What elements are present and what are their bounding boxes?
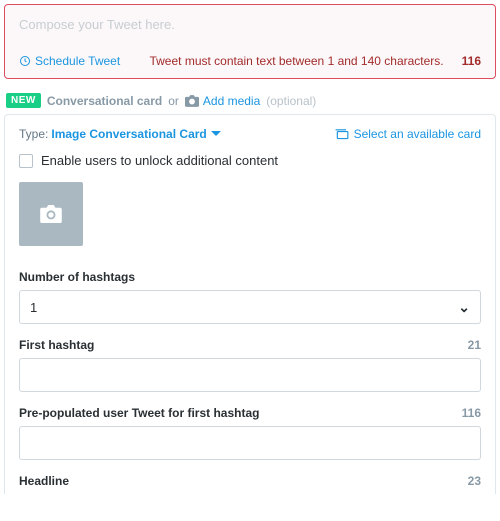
schedule-tweet-link[interactable]: Schedule Tweet bbox=[19, 54, 120, 68]
enable-unlock-row: Enable users to unlock additional conten… bbox=[19, 153, 481, 182]
first-hashtag-input[interactable] bbox=[19, 358, 481, 392]
chevron-down-icon bbox=[210, 129, 222, 139]
headline-label: Headline bbox=[19, 474, 69, 488]
type-value: Image Conversational Card bbox=[51, 127, 206, 141]
num-hashtags-value: 1 bbox=[30, 300, 37, 315]
or-text: or bbox=[168, 94, 179, 108]
headline-field: Headline 23 bbox=[19, 474, 481, 494]
clock-icon bbox=[19, 55, 31, 67]
num-hashtags-select[interactable]: 1 ⌄ bbox=[19, 290, 481, 324]
first-hashtag-field: First hashtag 21 bbox=[19, 338, 481, 406]
camera-icon bbox=[185, 95, 199, 107]
headline-count: 23 bbox=[468, 474, 481, 488]
compose-footer: Schedule Tweet Tweet must contain text b… bbox=[19, 50, 481, 68]
pre-tweet-count: 116 bbox=[462, 406, 481, 420]
pre-tweet-input[interactable] bbox=[19, 426, 481, 460]
card-top-row: Type: Image Conversational Card Select a… bbox=[19, 127, 481, 153]
schedule-tweet-label: Schedule Tweet bbox=[35, 54, 120, 68]
card-type-dropdown[interactable]: Type: Image Conversational Card bbox=[19, 127, 222, 141]
cards-icon bbox=[335, 129, 349, 140]
enable-unlock-checkbox[interactable] bbox=[19, 154, 33, 168]
type-prefix: Type: bbox=[19, 127, 48, 141]
compose-box: Compose your Tweet here. Schedule Tweet … bbox=[4, 4, 496, 79]
compose-status: Tweet must contain text between 1 and 14… bbox=[149, 54, 481, 68]
char-count: 116 bbox=[454, 54, 481, 68]
pre-tweet-field: Pre-populated user Tweet for first hasht… bbox=[19, 406, 481, 474]
chevron-down-icon: ⌄ bbox=[458, 299, 470, 316]
first-hashtag-count: 21 bbox=[468, 338, 481, 352]
enable-unlock-label: Enable users to unlock additional conten… bbox=[41, 153, 278, 168]
card-section-header: NEW Conversational card or Add media (op… bbox=[0, 79, 500, 114]
select-available-card-link[interactable]: Select an available card bbox=[335, 127, 481, 141]
first-hashtag-label: First hashtag bbox=[19, 338, 94, 352]
optional-text: (optional) bbox=[266, 94, 316, 108]
pre-tweet-label: Pre-populated user Tweet for first hasht… bbox=[19, 406, 259, 420]
add-media-link[interactable]: Add media bbox=[185, 94, 260, 108]
compose-textarea[interactable]: Compose your Tweet here. bbox=[19, 17, 481, 50]
compose-error: Tweet must contain text between 1 and 14… bbox=[149, 54, 443, 68]
camera-icon bbox=[40, 205, 62, 223]
section-title: Conversational card bbox=[47, 94, 162, 108]
select-available-label: Select an available card bbox=[354, 127, 481, 141]
num-hashtags-label: Number of hashtags bbox=[19, 270, 135, 284]
image-upload-placeholder[interactable] bbox=[19, 182, 83, 246]
card-panel: Type: Image Conversational Card Select a… bbox=[4, 114, 496, 494]
num-hashtags-field: Number of hashtags 1 ⌄ bbox=[19, 270, 481, 338]
new-badge: NEW bbox=[6, 93, 41, 108]
add-media-label: Add media bbox=[203, 94, 260, 108]
